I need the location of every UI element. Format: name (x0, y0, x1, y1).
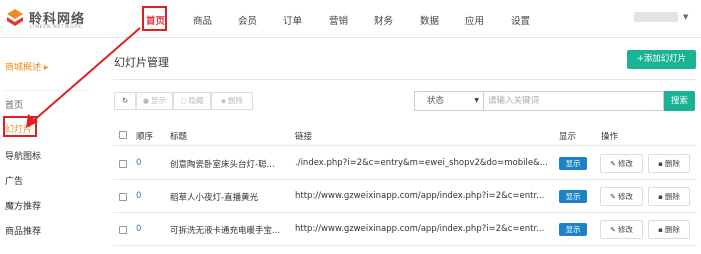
nav-item-marketing[interactable]: 营销 (329, 13, 348, 27)
delete-label: 删除 (664, 159, 680, 168)
trash-icon: ▪ (658, 193, 663, 201)
refresh-icon: ↻ (121, 96, 129, 105)
header-link: 链接 (295, 132, 313, 142)
page-title: 幻灯片管理 (114, 56, 169, 69)
search-input[interactable] (484, 91, 664, 111)
hide-button[interactable]: ○ 隐藏 (173, 92, 211, 110)
chevron-down-icon: ▼ (474, 97, 479, 104)
show-button[interactable]: ● 显示 (136, 92, 173, 110)
table-header: 顺序 标题 链接 显示 操作 (113, 124, 697, 146)
row-display-badge[interactable]: 显示 (559, 223, 587, 236)
circle-outline-icon: ○ (180, 97, 187, 105)
row-checkbox[interactable] (119, 160, 127, 168)
edit-icon: ✎ (610, 226, 616, 234)
row-display-badge[interactable]: 显示 (559, 190, 587, 203)
sidebar-item-cube[interactable]: 魔方推荐 (5, 199, 41, 212)
edit-button[interactable]: ✎ 修改 (600, 154, 643, 173)
table-row: 0 稻草人小夜灯-直播黄光 http://www.gzweixinapp.com… (113, 181, 697, 213)
row-title: 稻草人小夜灯-直播黄光 (170, 193, 259, 203)
delete-button[interactable]: ▪ 删除 (648, 187, 690, 206)
edit-label: 修改 (617, 159, 633, 168)
header-order: 顺序 (136, 132, 154, 142)
edit-button[interactable]: ✎ 修改 (600, 187, 643, 206)
select-all-checkbox[interactable] (119, 131, 127, 139)
nav-item-data[interactable]: 数据 (420, 13, 439, 27)
status-select-value: 状态 (427, 96, 445, 106)
nav-item-orders[interactable]: 订单 (283, 13, 302, 27)
refresh-button[interactable]: ↻ (114, 92, 136, 110)
user-menu[interactable] (634, 12, 678, 22)
header-action: 操作 (601, 132, 619, 142)
sidebar-item-home[interactable]: 首页 (5, 98, 23, 111)
nav-item-settings[interactable]: 设置 (511, 13, 530, 27)
edit-label: 修改 (617, 192, 633, 201)
bulk-delete-button[interactable]: ▪ 删除 (211, 92, 253, 110)
top-navbar: 聆科网络 LINKEN NETWORK 首页 商品 会员 订单 营销 财务 数据… (0, 0, 701, 38)
delete-button[interactable]: ▪ 删除 (648, 220, 690, 239)
row-display-badge[interactable]: 显示 (559, 157, 587, 170)
row-checkbox[interactable] (119, 226, 127, 234)
hide-button-label: 隐藏 (188, 96, 204, 105)
brand-logo-icon (7, 9, 23, 26)
show-button-label: 显示 (151, 96, 167, 105)
trash-icon: ▪ (221, 97, 226, 105)
row-order[interactable]: 0 (136, 224, 141, 234)
nav-item-goods[interactable]: 商品 (193, 13, 212, 27)
sidebar: 商城概述 ▸ 首页 幻灯片 导航图标 广告 魔方推荐 商品推荐 (0, 38, 100, 254)
table-row: 0 可拆洗无液卡通充电暖手宝... http://www.gzweixinapp… (113, 214, 697, 246)
edit-label: 修改 (617, 225, 633, 234)
row-title: 创意陶瓷卧室床头台灯-聪... (170, 160, 275, 170)
table-row: 0 创意陶瓷卧室床头台灯-聪... ./index.php?i=2&c=entr… (113, 148, 697, 180)
trash-icon: ▪ (658, 226, 663, 234)
header-title: 标题 (170, 132, 188, 142)
nav-item-finance[interactable]: 财务 (374, 13, 393, 27)
sidebar-item-slides[interactable]: 幻灯片 (5, 122, 32, 135)
row-link: http://www.gzweixinapp.com/app/index.php… (295, 191, 545, 201)
nav-item-members[interactable]: 会员 (238, 13, 257, 27)
edit-button[interactable]: ✎ 修改 (600, 220, 643, 239)
row-checkbox[interactable] (119, 193, 127, 201)
row-title: 可拆洗无液卡通充电暖手宝... (170, 226, 281, 236)
edit-icon: ✎ (610, 160, 616, 168)
sidebar-heading[interactable]: 商城概述 ▸ (5, 60, 48, 73)
status-select[interactable]: 状态 ▼ (414, 91, 484, 111)
row-order[interactable]: 0 (136, 191, 141, 201)
trash-icon: ▪ (658, 160, 663, 168)
sidebar-divider (5, 90, 90, 91)
app-root: 聆科网络 LINKEN NETWORK 首页 商品 会员 订单 营销 财务 数据… (0, 0, 701, 254)
row-link: http://www.gzweixinapp.com/app/index.php… (295, 224, 545, 234)
brand-subtitle: LINKEN NETWORK (30, 25, 83, 30)
bulk-delete-label: 删除 (227, 96, 243, 105)
search-button[interactable]: 搜索 (664, 91, 695, 111)
header-display: 显示 (559, 132, 577, 142)
title-divider (113, 79, 697, 80)
delete-label: 删除 (664, 225, 680, 234)
edit-icon: ✎ (610, 193, 616, 201)
chevron-down-icon[interactable]: ▼ (683, 13, 688, 21)
brand-logo[interactable]: 聆科网络 LINKEN NETWORK (5, 7, 105, 35)
sidebar-item-goods-recommend[interactable]: 商品推荐 (5, 224, 41, 237)
row-order[interactable]: 0 (136, 158, 141, 168)
sidebar-item-nav-icons[interactable]: 导航图标 (5, 149, 41, 162)
circle-icon: ● (142, 97, 150, 105)
delete-button[interactable]: ▪ 删除 (648, 154, 690, 173)
row-link: ./index.php?i=2&c=entry&m=ewei_shopv2&do… (295, 158, 548, 168)
add-slide-button[interactable]: +添加幻灯片 (627, 50, 696, 69)
sidebar-item-ads[interactable]: 广告 (5, 174, 23, 187)
delete-label: 删除 (664, 192, 680, 201)
nav-item-apps[interactable]: 应用 (465, 13, 484, 27)
nav-item-home[interactable]: 首页 (146, 13, 165, 27)
